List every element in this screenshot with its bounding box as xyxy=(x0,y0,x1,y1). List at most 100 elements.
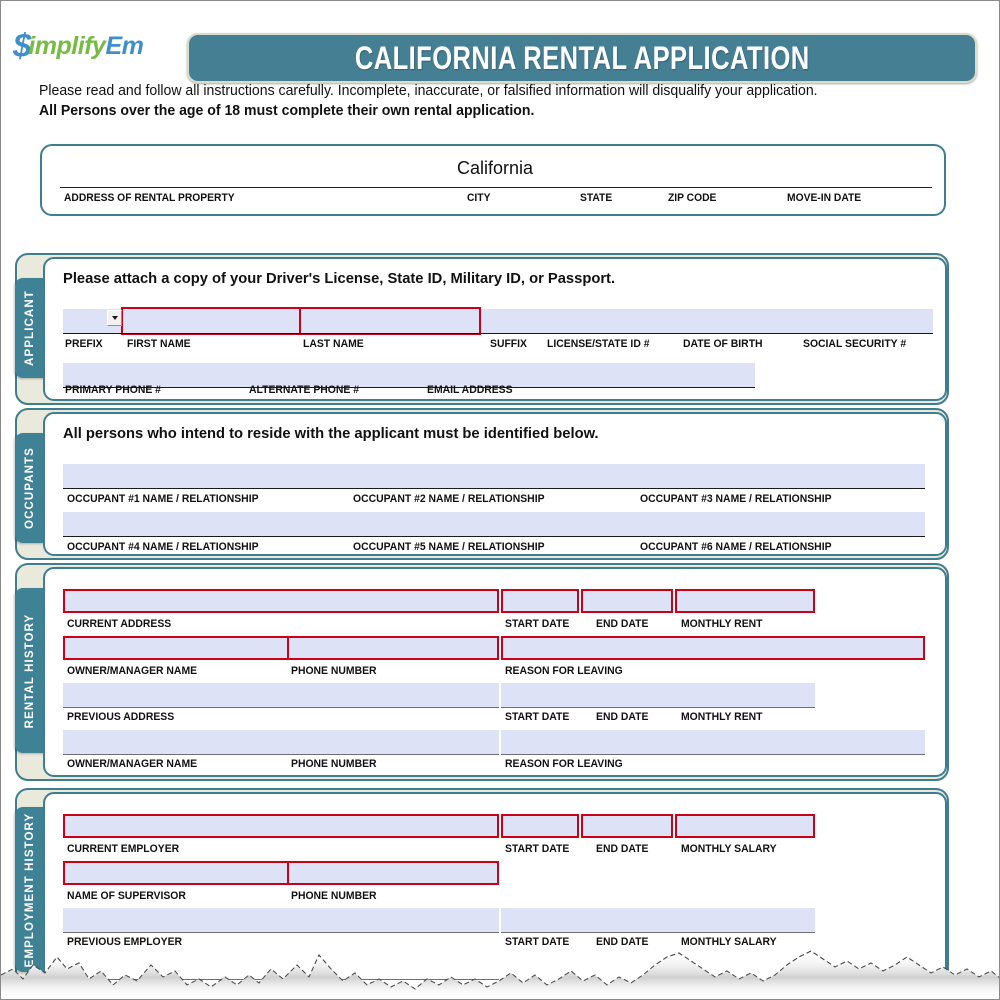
page-header: $implifyEm CALIFORNIA RENTAL APPLICATION xyxy=(1,15,999,83)
field-underline xyxy=(63,979,499,980)
current-start-date-field[interactable] xyxy=(501,589,579,613)
owner-manager-name-field[interactable] xyxy=(63,636,289,660)
field-label-applicant-0-5: DATE OF BIRTH xyxy=(683,338,763,350)
property-label-2: STATE xyxy=(580,192,613,204)
field-label-occupants-1-2: OCCUPANT #6 NAME / RELATIONSHIP xyxy=(640,541,832,553)
property-label-0: ADDRESS OF RENTAL PROPERTY xyxy=(64,192,235,204)
field-label-employment-history-2-0: PREVIOUS EMPLOYER xyxy=(67,936,183,948)
field-label-rental-history-0-0: CURRENT ADDRESS xyxy=(67,618,172,630)
section-tab-rental-history[interactable]: RENTAL HISTORY xyxy=(15,588,45,753)
occupant-row-2-fields[interactable] xyxy=(63,512,925,536)
prev-reason-for-leaving-field[interactable] xyxy=(501,730,925,754)
field-label-applicant-1-0: PRIMARY PHONE # xyxy=(65,384,161,396)
field-label-rental-history-1-0: OWNER/MANAGER NAME xyxy=(67,665,198,677)
field-label-employment-history-0-3: MONTHLY SALARY xyxy=(681,843,777,855)
field-label-rental-history-0-1: START DATE xyxy=(505,618,570,630)
section-heading-applicant: Please attach a copy of your Driver's Li… xyxy=(63,270,616,287)
current-employer-field[interactable] xyxy=(63,814,499,838)
field-label-rental-history-2-0: PREVIOUS ADDRESS xyxy=(67,711,175,723)
logo-text-implify: implify xyxy=(28,32,106,60)
field-label-occupants-1-1: OCCUPANT #5 NAME / RELATIONSHIP xyxy=(353,541,545,553)
section-panel-employment-history: CURRENT EMPLOYER START DATE END DATE MONTHL… xyxy=(43,792,947,999)
field-underline xyxy=(63,536,925,537)
field-label-employment-history-3-1: PHONE NUMBER xyxy=(291,983,377,995)
section-tab-applicant[interactable]: APPLICANT xyxy=(15,278,45,378)
section-panel-occupants: All persons who intend to reside with th… xyxy=(43,412,947,556)
field-label-applicant-1-1: ALTERNATE PHONE # xyxy=(249,384,360,396)
instructions-line-2: All Persons over the age of 18 must comp… xyxy=(39,103,535,119)
previous-employer-field[interactable] xyxy=(63,908,499,932)
reason-for-leaving-field[interactable] xyxy=(501,636,925,660)
section-tab-employment-history[interactable]: EMPLOYMENT HISTORY xyxy=(15,807,45,972)
field-label-applicant-0-0: PREFIX xyxy=(65,338,103,350)
employ-end-date-field[interactable] xyxy=(581,814,673,838)
field-label-rental-history-1-1: PHONE NUMBER xyxy=(291,665,377,677)
section-tab-label-employment-history: EMPLOYMENT HISTORY xyxy=(24,812,36,967)
field-underline xyxy=(501,754,925,755)
field-label-rental-history-3-2: REASON FOR LEAVING xyxy=(505,758,623,770)
field-label-rental-history-0-2: END DATE xyxy=(596,618,649,630)
property-label-4: MOVE-IN DATE xyxy=(787,192,862,204)
field-label-occupants-0-1: OCCUPANT #2 NAME / RELATIONSHIP xyxy=(353,493,545,505)
supervisor-name-field[interactable] xyxy=(63,861,289,885)
field-label-occupants-0-0: OCCUPANT #1 NAME / RELATIONSHIP xyxy=(67,493,259,505)
section-tab-occupants[interactable]: OCCUPANTS xyxy=(15,433,45,543)
occupant-row-1-fields[interactable] xyxy=(63,464,925,488)
owner-phone-field[interactable] xyxy=(287,636,499,660)
field-label-occupants-0-2: OCCUPANT #3 NAME / RELATIONSHIP xyxy=(640,493,832,505)
monthly-salary-field[interactable] xyxy=(675,814,815,838)
previous-address-field[interactable] xyxy=(63,683,499,707)
section-tab-label-rental-history: RENTAL HISTORY xyxy=(24,613,36,728)
field-label-rental-history-0-3: MONTHLY RENT xyxy=(681,618,763,630)
field-underline xyxy=(63,387,755,388)
identity-fields[interactable] xyxy=(481,309,933,333)
field-underline xyxy=(63,754,499,755)
section-tab-label-applicant: APPLICANT xyxy=(24,290,36,366)
field-label-employment-history-2-2: END DATE xyxy=(596,936,649,948)
title-banner: CALIFORNIA RENTAL APPLICATION xyxy=(187,33,977,83)
field-label-rental-history-1-2: REASON FOR LEAVING xyxy=(505,665,623,677)
field-label-rental-history-2-2: END DATE xyxy=(596,711,649,723)
previous-dates-rent-fields[interactable] xyxy=(501,683,815,707)
field-label-rental-history-2-1: START DATE xyxy=(505,711,570,723)
current-address-field[interactable] xyxy=(63,589,499,613)
rental-property-panel: California ADDRESS OF RENTAL PROPERTY CIT… xyxy=(40,144,946,216)
field-underline xyxy=(63,488,925,489)
field-label-occupants-1-0: OCCUPANT #4 NAME / RELATIONSHIP xyxy=(67,541,259,553)
field-label-rental-history-3-1: PHONE NUMBER xyxy=(291,758,377,770)
supervisor-phone-field[interactable] xyxy=(287,861,499,885)
section-tab-label-occupants: OCCUPANTS xyxy=(24,447,36,529)
instructions-line-1: Please read and follow all instructions … xyxy=(39,83,818,99)
field-label-employment-history-2-1: START DATE xyxy=(505,936,570,948)
field-underline xyxy=(63,707,499,708)
field-underline xyxy=(501,932,815,933)
employ-start-date-field[interactable] xyxy=(501,814,579,838)
field-label-applicant-0-2: LAST NAME xyxy=(303,338,364,350)
first-name-field[interactable] xyxy=(121,307,301,335)
field-label-employment-history-3-0: NAME OF SUPERVISOR xyxy=(67,983,186,995)
page-title: CALIFORNIA RENTAL APPLICATION xyxy=(354,39,810,76)
prev-employ-dates-salary-fields[interactable] xyxy=(501,908,815,932)
property-label-3: ZIP CODE xyxy=(668,192,717,204)
current-monthly-rent-field[interactable] xyxy=(675,589,815,613)
field-label-applicant-0-4: LICENSE/STATE ID # xyxy=(547,338,650,350)
logo-dollar-icon: $ xyxy=(13,27,31,64)
prefix-dropdown-button[interactable] xyxy=(107,310,122,326)
logo-text-em: Em xyxy=(105,32,144,60)
current-end-date-field[interactable] xyxy=(581,589,673,613)
field-label-employment-history-0-0: CURRENT EMPLOYER xyxy=(67,843,180,855)
rental-application-page: $implifyEm CALIFORNIA RENTAL APPLICATION… xyxy=(0,0,1000,1000)
field-underline xyxy=(63,333,933,334)
field-label-employment-history-0-2: END DATE xyxy=(596,843,649,855)
field-label-applicant-0-3: SUFFIX xyxy=(490,338,527,350)
simplifyem-logo: $implifyEm xyxy=(13,27,144,65)
field-label-applicant-0-1: FIRST NAME xyxy=(127,338,191,350)
last-name-field[interactable] xyxy=(299,307,481,335)
contact-fields[interactable] xyxy=(63,363,755,387)
field-underline xyxy=(501,707,815,708)
field-label-rental-history-2-3: MONTHLY RENT xyxy=(681,711,763,723)
field-label-employment-history-0-1: START DATE xyxy=(505,843,570,855)
instructions-block: Please read and follow all instructions … xyxy=(39,83,969,119)
property-label-1: CITY xyxy=(467,192,491,204)
prev-owner-manager-field[interactable] xyxy=(63,730,499,754)
